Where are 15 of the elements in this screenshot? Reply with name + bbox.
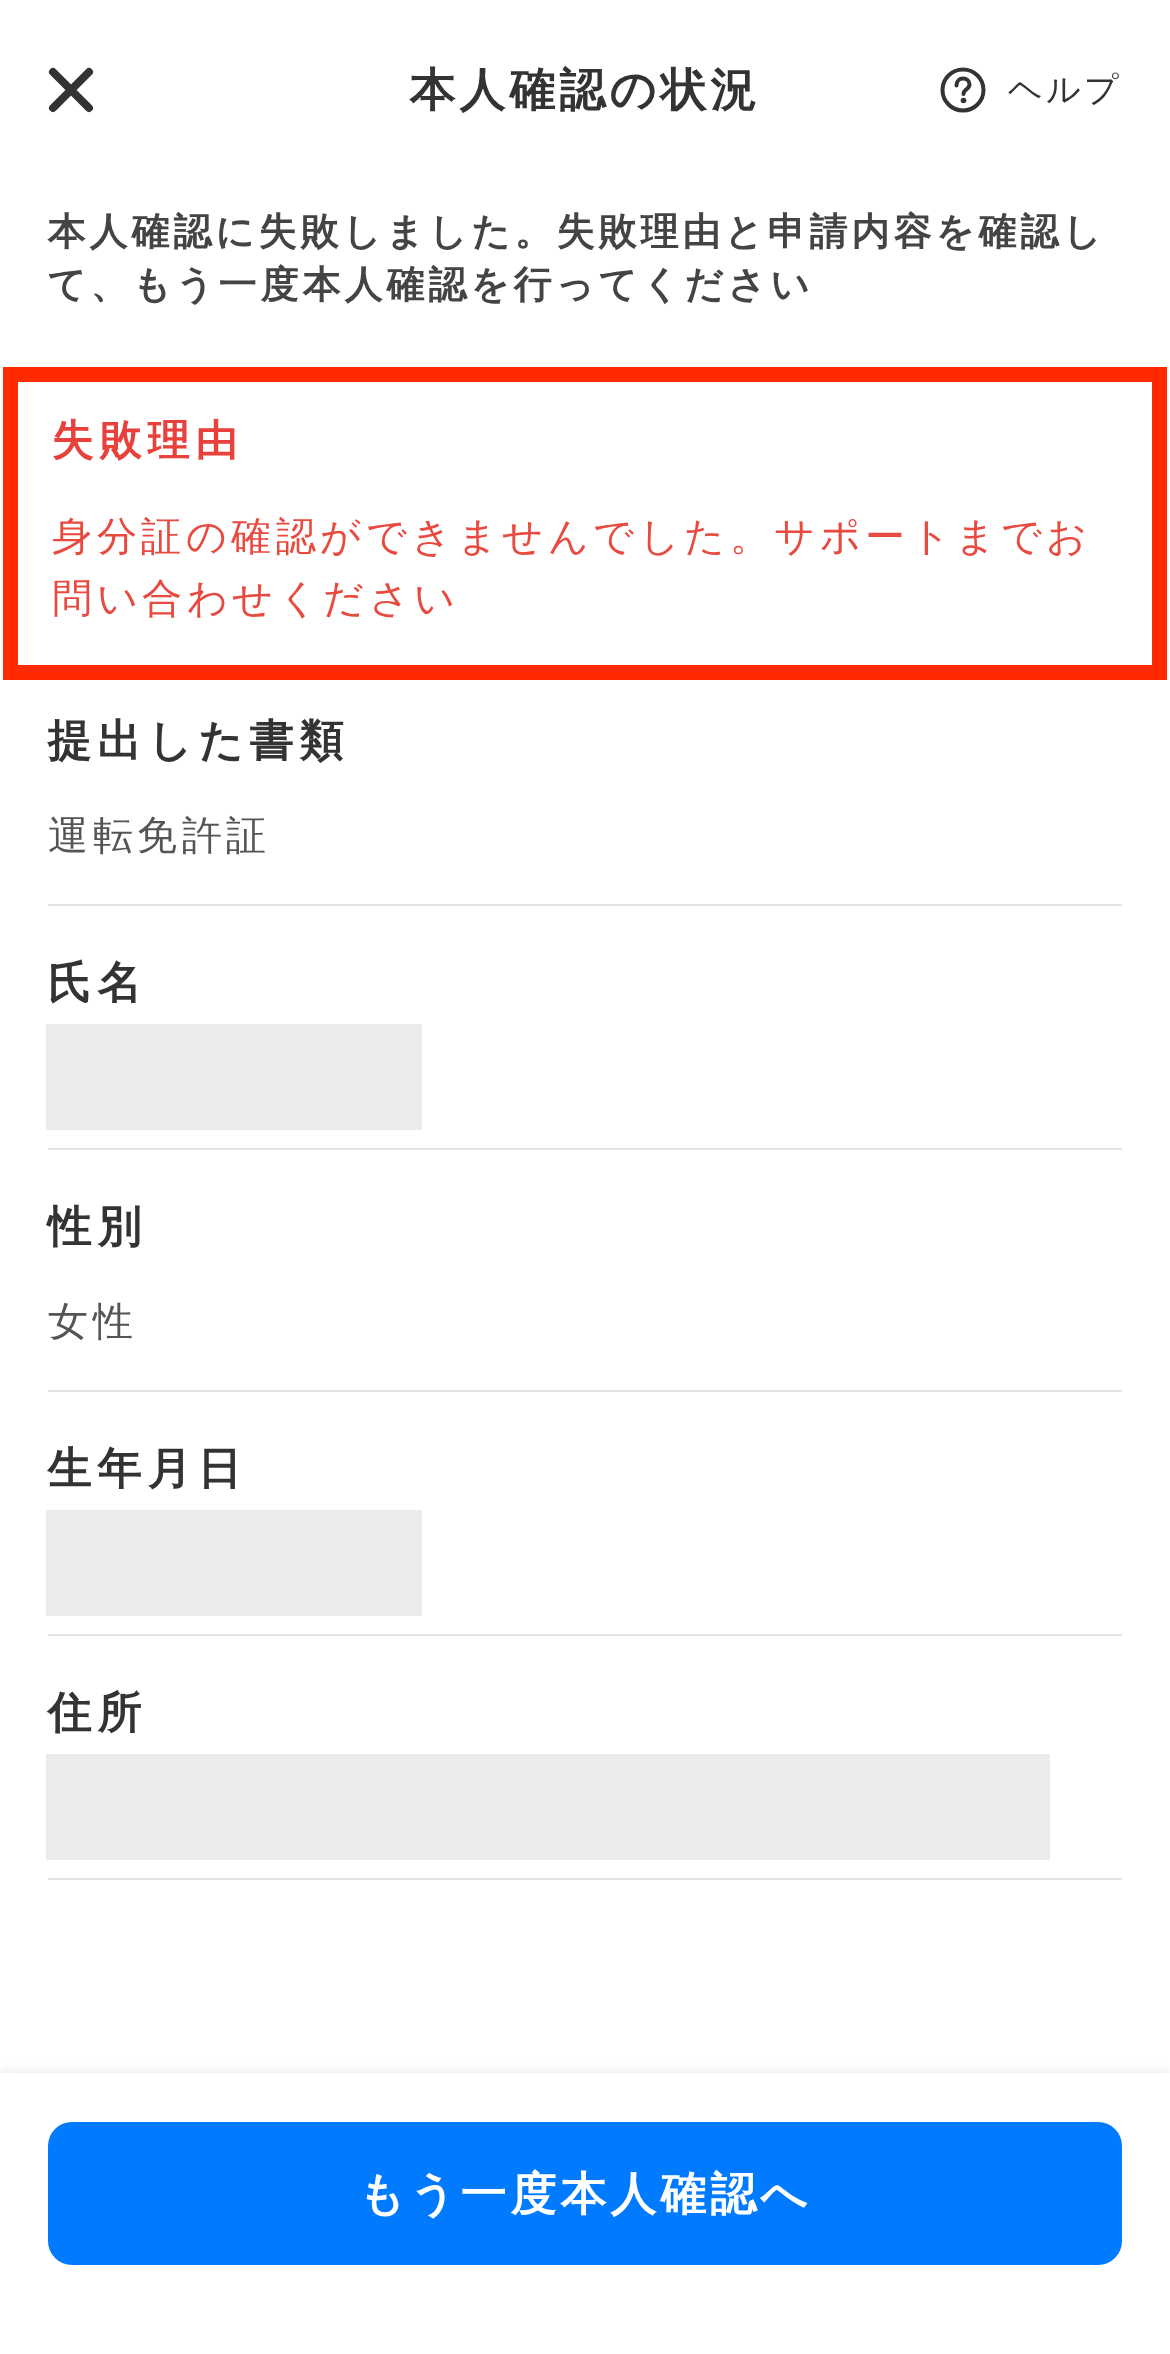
field-value: 運転免許証 xyxy=(48,812,272,859)
failure-reason-title: 失敗理由 xyxy=(52,415,245,465)
retry-verification-button[interactable]: もう一度本人確認へ xyxy=(48,2122,1122,2265)
help-button[interactable]: ヘルプ xyxy=(940,67,1122,113)
field-label: 住所 xyxy=(48,1686,149,1738)
close-icon[interactable] xyxy=(48,67,94,113)
field-label: 性別 xyxy=(48,1200,149,1252)
field-label: 氏名 xyxy=(48,956,149,1008)
field-value: 女性 xyxy=(48,1298,139,1345)
page-title: 本人確認の状況 xyxy=(409,62,761,117)
help-icon xyxy=(940,67,986,113)
field-label: 生年月日 xyxy=(48,1442,249,1494)
failure-reason-message: 身分証の確認ができませんでした。サポートまでお問い合わせください xyxy=(52,513,1093,622)
field-label: 提出した書類 xyxy=(48,714,351,766)
failure-notice: 本人確認に失敗しました。失敗理由と申請内容を確認して、もう一度本人確認を行ってください xyxy=(48,209,1107,307)
